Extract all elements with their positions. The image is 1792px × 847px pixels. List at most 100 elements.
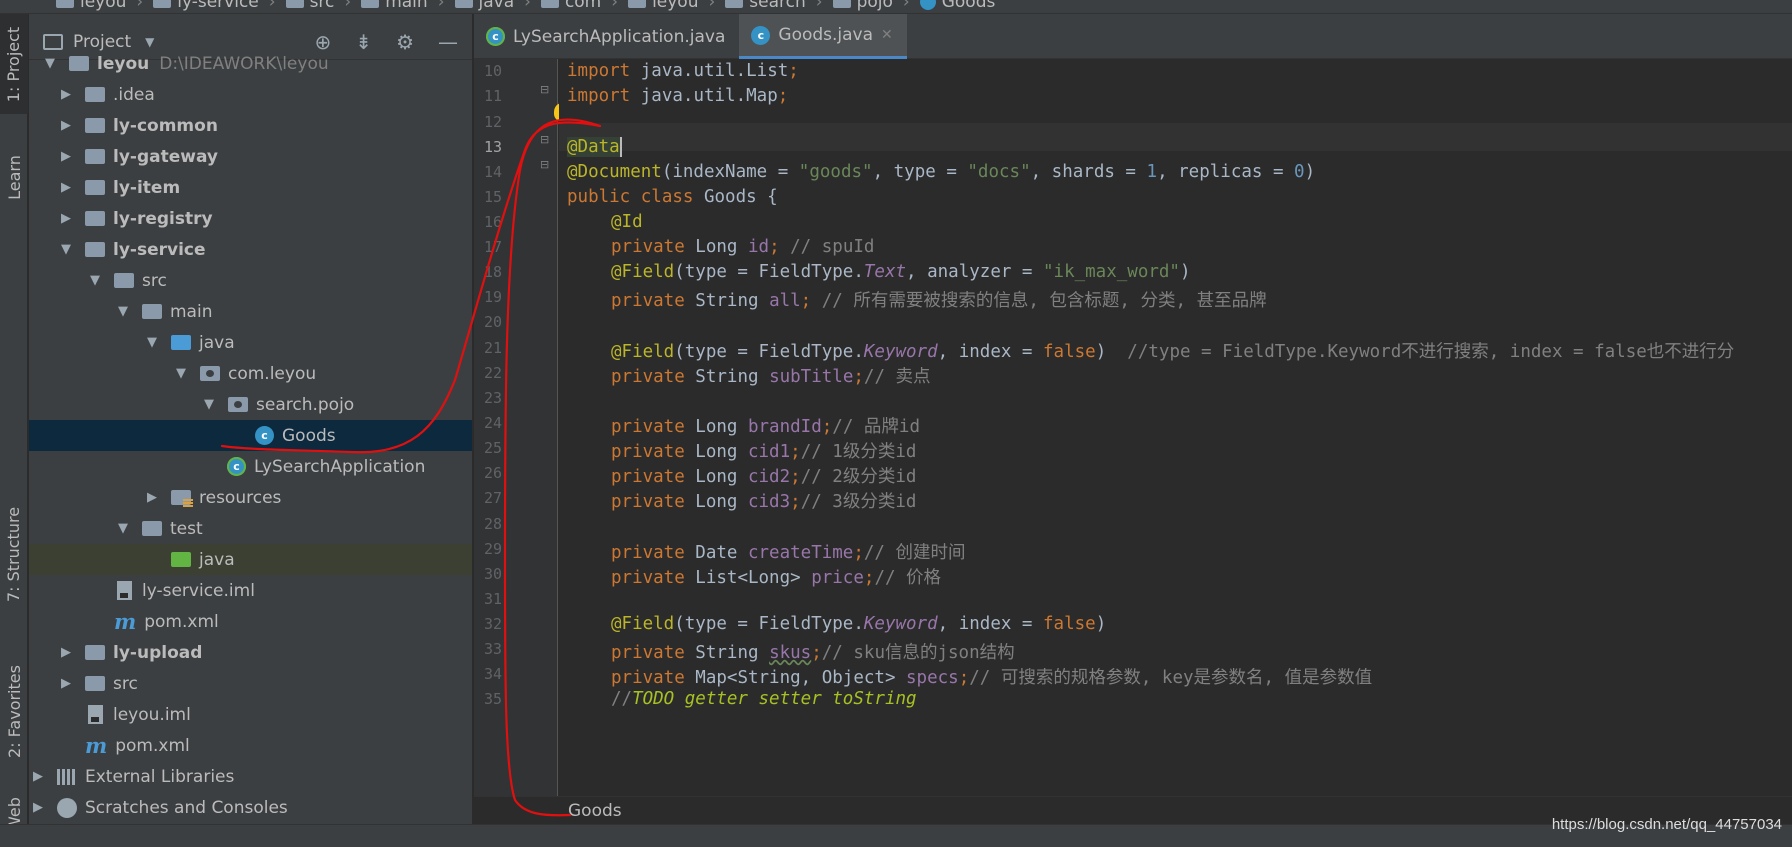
tree-item-pom-xml[interactable]: ▶ m pom.xml (29, 606, 472, 637)
chevron-right-icon[interactable]: ▶ (59, 87, 73, 102)
tree-item-test-java[interactable]: ▶ java (29, 544, 472, 575)
line-number: 31 (483, 590, 502, 608)
chevron-down-icon[interactable]: ▼ (145, 335, 159, 350)
tree-item-goods[interactable]: ▶ c Goods (29, 420, 472, 451)
fold-marker-icon[interactable]: ⊟ (540, 158, 549, 171)
tree-item-leyou-iml[interactable]: ▶ leyou.iml (29, 699, 472, 730)
module-file-icon (117, 581, 132, 600)
fold-marker-icon[interactable]: ⊟ (540, 133, 549, 146)
tree-item-external-libraries[interactable]: ▶ External Libraries (29, 761, 472, 792)
tree-item-resources[interactable]: ▶ resources (29, 482, 472, 513)
folder-icon (85, 87, 105, 102)
code-line: private Long brandId;// 品牌id (611, 417, 920, 437)
tree-item-ly-service[interactable]: ▼ ly-service (29, 234, 472, 265)
chevron-down-icon[interactable]: ▼ (59, 242, 73, 257)
crumb-separator: › (902, 0, 910, 12)
chevron-right-icon[interactable]: ▶ (59, 118, 73, 133)
tree-item-root-src[interactable]: ▶ src (29, 668, 472, 699)
tree-item-leyou[interactable]: ▼ leyou D:\IDEAWORK\leyou (29, 48, 472, 79)
line-number: 11 (483, 87, 502, 105)
crumb-search[interactable]: search (725, 0, 806, 12)
code-line: public class Goods { (567, 187, 778, 207)
code-line: private Long cid2;// 2级分类id (611, 467, 917, 487)
tab-lysearchapplication[interactable]: c LySearchApplication.java (474, 14, 739, 59)
folder-icon (85, 180, 105, 195)
crumb-java[interactable]: java (454, 0, 514, 12)
folder-icon (114, 273, 134, 288)
tree-item-lysearchapplication[interactable]: ▶ c LySearchApplication (29, 451, 472, 482)
chevron-down-icon[interactable]: ▼ (202, 397, 216, 412)
chevron-down-icon[interactable]: ▼ (116, 304, 130, 319)
folder-icon (85, 242, 105, 257)
folder-icon (85, 149, 105, 164)
chevron-down-icon[interactable]: ▼ (116, 521, 130, 536)
tree-item-java[interactable]: ▼ java (29, 327, 472, 358)
code-editor[interactable]: import java.util.List; import java.util.… (559, 59, 1792, 796)
crumb-separator: › (815, 0, 823, 12)
crumb-com[interactable]: com (540, 0, 601, 12)
close-icon[interactable]: ✕ (881, 27, 893, 43)
tab-goods[interactable]: c Goods.java ✕ (739, 14, 907, 59)
project-tool-tab[interactable]: 1: Project (0, 14, 28, 114)
chevron-right-icon[interactable]: ▶ (59, 676, 73, 691)
tree-item-ly-common[interactable]: ▶ ly-common (29, 110, 472, 141)
tree-item-scratches[interactable]: ▶ Scratches and Consoles (29, 792, 472, 823)
tree-item-ly-item[interactable]: ▶ ly-item (29, 172, 472, 203)
line-number: 27 (483, 489, 502, 507)
structure-tool-label: 7: Structure (4, 506, 24, 602)
chevron-down-icon[interactable]: ▼ (88, 273, 102, 288)
tree-item-src[interactable]: ▼ src (29, 265, 472, 296)
crumb-main[interactable]: main (361, 0, 428, 12)
folder-icon (142, 304, 162, 319)
crumb-leyou[interactable]: leyou (56, 0, 126, 12)
line-number: 29 (483, 540, 502, 558)
folder-icon (454, 0, 473, 8)
chevron-right-icon[interactable]: ▶ (59, 149, 73, 164)
fold-marker-icon[interactable]: ⊟ (540, 83, 549, 96)
chevron-right-icon[interactable]: ▶ (31, 800, 45, 815)
crumb-src[interactable]: src (285, 0, 334, 12)
folder-icon (725, 0, 744, 8)
tree-item-com-leyou[interactable]: ▼ com.leyou (29, 358, 472, 389)
status-bar (0, 824, 1792, 847)
code-line: private Map<String, Object> specs;// 可搜索… (611, 668, 1373, 688)
chevron-right-icon[interactable]: ▶ (145, 490, 159, 505)
chevron-down-icon[interactable]: ▼ (174, 366, 188, 381)
tree-item-ly-service-iml[interactable]: ▶ ly-service.iml (29, 575, 472, 606)
code-line: private Long id; // spuId (611, 237, 875, 257)
editor-gutter: 10 11 12 13 14 15 16 17 18 19 20 21 22 2… (474, 59, 570, 796)
line-number: 30 (483, 565, 502, 583)
chevron-down-icon[interactable]: ▼ (43, 56, 57, 71)
chevron-right-icon[interactable]: ▶ (59, 645, 73, 660)
folder-icon (69, 56, 89, 71)
tree-item-ly-registry[interactable]: ▶ ly-registry (29, 203, 472, 234)
tree-item-ly-upload[interactable]: ▶ ly-upload (29, 637, 472, 668)
tree-item-test[interactable]: ▼ test (29, 513, 472, 544)
learn-tool-tab[interactable]: Learn (0, 132, 28, 222)
tree-item-search-pojo[interactable]: ▼ search.pojo (29, 389, 472, 420)
watermark: https://blog.csdn.net/qq_44757034 (1551, 816, 1782, 833)
crumb-ly-service[interactable]: ly-service (153, 0, 259, 12)
code-line: @Id (611, 212, 643, 232)
code-line: private String all; // 所有需要被搜索的信息, 包含标题,… (611, 291, 1267, 311)
code-line: private Long cid3;// 3级分类id (611, 492, 917, 512)
tree-item-root-pom-xml[interactable]: ▶ m pom.xml (29, 730, 472, 761)
structure-tool-tab[interactable]: 7: Structure (0, 489, 28, 619)
chevron-right-icon[interactable]: ▶ (59, 211, 73, 226)
crumb-pojo[interactable]: pojo (832, 0, 893, 12)
breadcrumb-goods[interactable]: Goods (568, 801, 622, 821)
code-line: private Long cid1;// 1级分类id (611, 442, 917, 462)
code-line: private Date createTime;// 创建时间 (611, 543, 966, 563)
chevron-right-icon[interactable]: ▶ (59, 180, 73, 195)
scratches-icon (57, 797, 77, 818)
chevron-right-icon[interactable]: ▶ (31, 769, 45, 784)
chevron-down-icon[interactable]: ▼ (145, 35, 154, 49)
line-number: 13 (483, 138, 502, 156)
favorites-tool-tab[interactable]: 2: Favorites (0, 646, 28, 776)
crumb-leyou-pkg[interactable]: leyou (628, 0, 698, 12)
tree-item-idea[interactable]: ▶ .idea (29, 79, 472, 110)
tree-item-ly-gateway[interactable]: ▶ ly-gateway (29, 141, 472, 172)
crumb-goods[interactable]: Goods (919, 0, 995, 12)
tree-item-main[interactable]: ▼ main (29, 296, 472, 327)
crumb-separator: › (708, 0, 716, 12)
